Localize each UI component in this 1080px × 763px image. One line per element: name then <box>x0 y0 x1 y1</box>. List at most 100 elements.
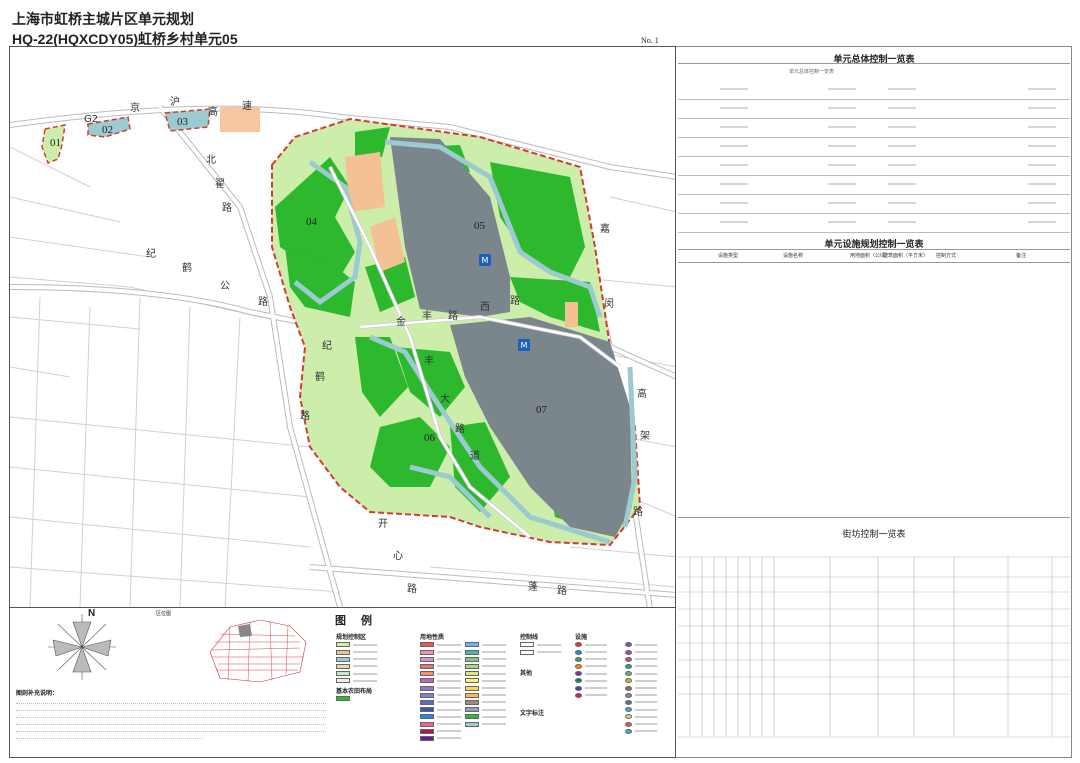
map-canvas[interactable]: M M 01 02 03 04 05 06 07 G2 京 沪 高 速 纪 鹤 … <box>10 47 676 608</box>
legend-swatch <box>465 656 506 662</box>
road-label: 道 <box>470 449 480 462</box>
road-label: 路 <box>510 294 520 307</box>
table1-row <box>678 81 1070 100</box>
road-label: 丰 <box>424 354 434 367</box>
legend-swatch <box>336 663 377 670</box>
legend-swatch <box>465 685 506 691</box>
legend-swatch <box>336 656 377 662</box>
legend-swatch <box>625 649 657 655</box>
road-label: 大 <box>440 392 450 405</box>
legend-swatch <box>465 714 506 720</box>
road-label: 翟 <box>215 178 225 190</box>
table2-header: 设施类型 设施名称 用地面积（公顷） 建筑面积（平方米） 控制方式 备注 <box>678 249 1070 263</box>
planning-sheet: 上海市虹桥主城片区单元规划 HQ-22(HQXCDY05)虹桥乡村单元05 No… <box>0 0 1080 763</box>
legend-swatch <box>420 721 461 727</box>
table1-row <box>678 157 1070 176</box>
residential-block <box>220 107 260 132</box>
road-label: 京 <box>130 101 140 114</box>
metro-station-icon[interactable]: M <box>479 254 491 266</box>
planning-map[interactable]: M M 01 02 03 04 05 06 07 G2 京 沪 高 速 纪 鹤 … <box>9 46 676 608</box>
road-label: 速 <box>242 100 252 112</box>
legend-swatch <box>625 671 657 677</box>
legend-swatch <box>575 692 607 698</box>
legend-section: 文字标注 <box>520 711 545 717</box>
legend-swatch <box>575 663 607 670</box>
table2-row <box>678 265 1070 272</box>
legend-swatch <box>465 707 506 713</box>
legend-swatch <box>420 692 461 698</box>
road-label: 路 <box>633 505 643 518</box>
road-label: 北 <box>206 154 216 166</box>
table2-col: 控制方式 <box>936 253 957 259</box>
road-label: G2 <box>84 114 98 125</box>
parcel-label: 05 <box>474 220 486 232</box>
table3-grid <box>678 556 1070 738</box>
road-label: 心 <box>393 550 403 562</box>
legend-swatch <box>625 714 657 720</box>
legend-swatch <box>575 649 607 655</box>
legend-swatch <box>465 699 506 706</box>
table1-row <box>678 138 1070 157</box>
road-label: 路 <box>258 295 268 308</box>
legend-swatch <box>520 649 561 655</box>
svg-text:M: M <box>521 341 528 350</box>
legend-swatch <box>625 663 657 670</box>
legend-swatch <box>625 685 657 691</box>
legend-swatch <box>420 735 461 742</box>
legend-swatch-basic-farmland <box>336 696 353 702</box>
legend-swatch <box>420 728 461 734</box>
parcel-label: 01 <box>50 137 61 149</box>
road-label: 路 <box>300 409 310 422</box>
control-tables-panel: 单元总体控制一览表 单元总体控制一览表 单元设施规划控制一览表 设施类型 设施名… <box>676 46 1072 758</box>
legend-swatch <box>336 642 377 648</box>
table1-row <box>678 119 1070 138</box>
legend-swatch <box>420 699 461 706</box>
table1-row <box>678 214 1070 233</box>
legend-swatch <box>420 663 461 670</box>
road-label: 西 <box>480 302 490 313</box>
legend-section: 基本农田布局 <box>336 689 373 695</box>
table2-col: 备注 <box>1016 253 1027 259</box>
notes-body <box>16 698 326 740</box>
legend-swatch <box>420 642 461 648</box>
legend-swatch <box>465 721 506 727</box>
road-label: 嘉 <box>600 222 610 235</box>
table2-col: 建筑面积（平方米） <box>883 253 929 259</box>
road-label: 公 <box>220 281 230 292</box>
road-label: 高 <box>208 105 218 118</box>
road-label: 路 <box>448 309 458 322</box>
sheet-title: 上海市虹桥主城片区单元规划 <box>12 11 194 27</box>
svg-text:M: M <box>482 256 489 265</box>
road-label: 鹤 <box>182 261 192 274</box>
road-label: 架 <box>640 430 650 442</box>
legend-swatch <box>420 656 461 662</box>
road-label: 蓬 <box>528 581 538 593</box>
road-label: 路 <box>455 422 465 435</box>
notes-title: 图则补充说明： <box>16 691 59 697</box>
legend-swatch <box>465 649 506 655</box>
legend-swatch <box>420 649 461 655</box>
road-label: 纪 <box>146 248 156 260</box>
legend-section: 规划控制区 <box>336 635 367 641</box>
road-label: 丰 <box>422 309 432 322</box>
legend-swatch <box>625 692 657 698</box>
legend-swatch <box>465 663 506 670</box>
road-label: 鹤 <box>315 370 325 383</box>
parcel-label: 07 <box>536 404 548 416</box>
metro-station-icon[interactable]: M <box>518 339 530 351</box>
legend-swatch <box>575 642 607 648</box>
table1-subtitle: 单元总体控制一览表 <box>789 69 835 75</box>
legend-swatch <box>420 714 461 720</box>
legend-swatch <box>420 678 461 684</box>
legend-swatch <box>465 642 506 648</box>
road-label: 路 <box>407 582 417 595</box>
road-label: 纪 <box>322 340 332 352</box>
legend-area: N 区位图 图 例 规划控制区 用地性质 控制线 设施 基本农田布局 其他 文字… <box>9 608 676 758</box>
legend-swatch <box>465 678 506 684</box>
legend-swatch <box>625 721 657 727</box>
road-label: 金 <box>396 315 406 328</box>
parcel-label: 03 <box>177 116 189 128</box>
legend-swatch <box>575 656 607 662</box>
road-label: 路 <box>222 201 232 214</box>
table1-row <box>678 100 1070 119</box>
